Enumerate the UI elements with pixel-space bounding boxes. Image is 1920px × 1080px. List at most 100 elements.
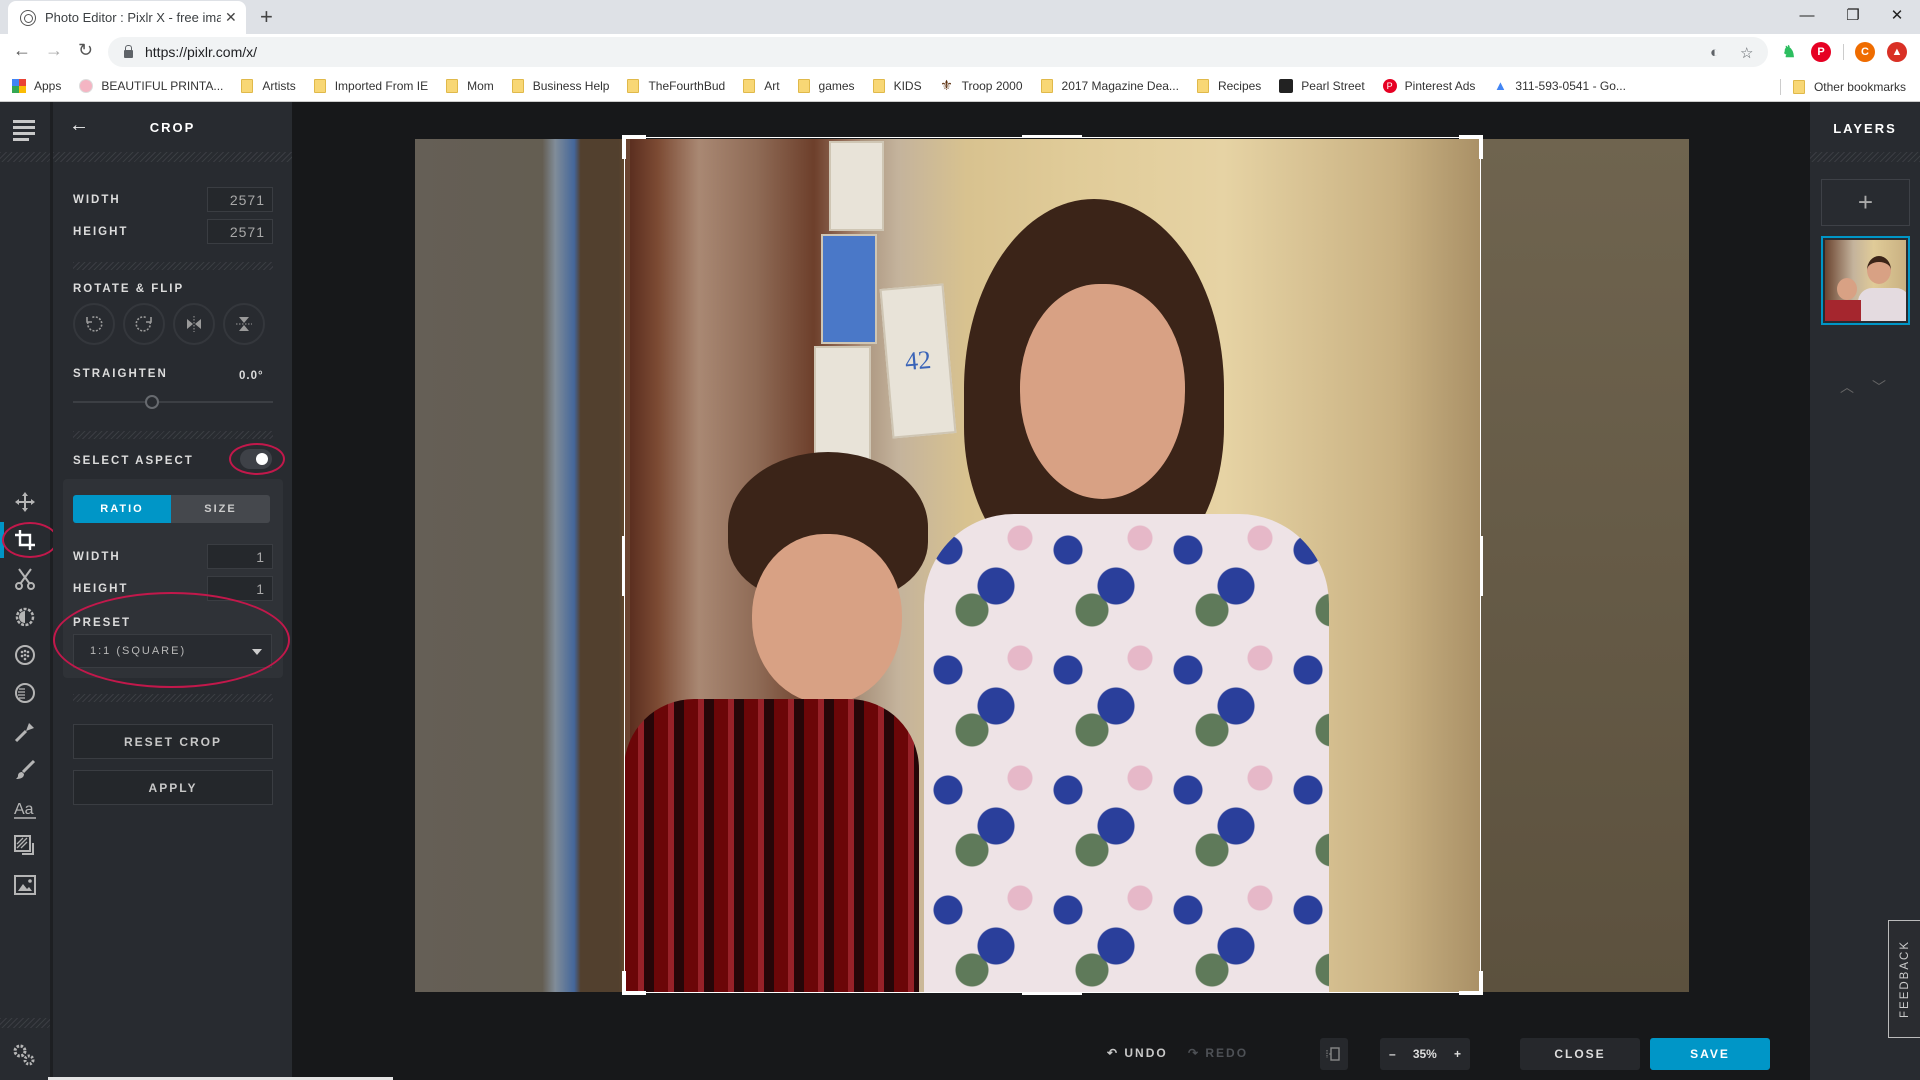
pixlr-editor: Aa ← CROP WIDTH HEIGHT ROTATE & FLIP: [0, 102, 1920, 1080]
tab-close-icon[interactable]: ✕: [225, 9, 237, 26]
close-button[interactable]: CLOSE: [1520, 1038, 1640, 1070]
bookmark-item[interactable]: games: [797, 78, 855, 93]
tool-elements[interactable]: [0, 828, 50, 864]
tool-draw[interactable]: [0, 752, 50, 788]
tool-adjust[interactable]: [0, 599, 50, 635]
new-tab-button[interactable]: +: [260, 4, 273, 30]
bookmark-item[interactable]: KIDS: [872, 78, 922, 93]
profile-avatar[interactable]: C: [1855, 42, 1875, 62]
bookmark-item[interactable]: Art: [743, 78, 780, 93]
lotus-icon: [79, 78, 94, 93]
height-label: HEIGHT: [73, 226, 129, 238]
bookmark-item[interactable]: ▲ 311-593-0541 - Go...: [1493, 78, 1626, 93]
layer-thumbnail[interactable]: [1821, 236, 1910, 325]
canvas-area[interactable]: 42 ↶ UNDO ↷ REDO – 35% + CLOSE SAVE: [292, 102, 1810, 1080]
tool-add-image[interactable]: [0, 867, 50, 903]
cookie-blocked-icon[interactable]: ◐: [1710, 44, 1719, 61]
hamburger-menu-icon[interactable]: [13, 120, 35, 144]
ratio-height-input[interactable]: [207, 576, 273, 601]
crop-handle-bottom[interactable]: [1022, 992, 1082, 995]
tool-arrange[interactable]: [0, 484, 50, 520]
save-button[interactable]: SAVE: [1650, 1038, 1770, 1070]
bookmark-item[interactable]: Recipes: [1196, 78, 1261, 93]
apply-button[interactable]: APPLY: [73, 770, 273, 805]
tool-effect[interactable]: [0, 675, 50, 711]
bookmark-item[interactable]: Mom: [446, 78, 494, 93]
rotate-right-button[interactable]: [123, 303, 165, 345]
zoom-out-button[interactable]: –: [1389, 1047, 1396, 1061]
folder-icon: [313, 78, 326, 93]
crop-handle-top-right[interactable]: [1479, 135, 1483, 159]
pinterest-icon[interactable]: P: [1811, 42, 1831, 62]
crop-width-input[interactable]: [207, 187, 273, 212]
flip-horizontal-button[interactable]: [173, 303, 215, 345]
minimize-button[interactable]: —: [1784, 0, 1830, 30]
section-divider: [73, 694, 273, 702]
add-layer-button[interactable]: +: [1821, 179, 1910, 226]
address-bar[interactable]: https://pixlr.com/x/: [108, 37, 1768, 67]
back-icon[interactable]: ←: [13, 40, 31, 61]
bookmark-star-icon[interactable]: ☆: [1740, 44, 1753, 62]
close-window-button[interactable]: ✕: [1874, 0, 1920, 30]
crop-handle-left[interactable]: [622, 536, 625, 596]
crop-handle-top[interactable]: [1022, 135, 1082, 138]
bookmark-item[interactable]: Pearl Street: [1279, 78, 1365, 93]
tool-retouch[interactable]: [0, 714, 50, 750]
forward-icon[interactable]: →: [45, 40, 63, 61]
update-icon[interactable]: ▲: [1887, 42, 1907, 62]
settings-button[interactable]: [11, 1042, 37, 1073]
flip-vertical-button[interactable]: [223, 303, 265, 345]
undo-button[interactable]: ↶ UNDO: [1107, 1046, 1168, 1060]
bookmark-item[interactable]: BEAUTIFUL PRINTA...: [79, 78, 223, 93]
browser-tab[interactable]: Photo Editor : Pixlr X - free image ✕: [8, 1, 246, 34]
preset-label: PRESET: [73, 617, 132, 629]
restore-button[interactable]: ❐: [1830, 0, 1876, 30]
straighten-slider-handle[interactable]: [145, 395, 159, 409]
crop-height-input[interactable]: [207, 219, 273, 244]
redo-button[interactable]: ↷ REDO: [1188, 1046, 1248, 1060]
browser-tab-strip: Photo Editor : Pixlr X - free image ✕ + …: [0, 0, 1920, 34]
evernote-icon[interactable]: ♞: [1779, 42, 1799, 62]
photo-boy-shirt: [624, 699, 919, 992]
reset-crop-button[interactable]: RESET CROP: [73, 724, 273, 759]
crop-handle-right[interactable]: [1480, 536, 1483, 596]
select-aspect-label: SELECT ASPECT: [73, 455, 194, 467]
layer-down-icon[interactable]: ﹀: [1872, 377, 1886, 397]
crop-handle-top-left[interactable]: [622, 135, 626, 159]
rotate-left-button[interactable]: [73, 303, 115, 345]
tool-filter[interactable]: [0, 637, 50, 673]
crop-handle-bottom-right[interactable]: [1479, 971, 1483, 995]
panel-divider: [53, 152, 292, 162]
tool-crop[interactable]: [0, 522, 50, 558]
feedback-tab[interactable]: FEEDBACK: [1888, 920, 1920, 1038]
tab-size[interactable]: SIZE: [171, 495, 270, 523]
bookmarks-divider: [1779, 79, 1781, 95]
bookmark-item[interactable]: TheFourthBud: [627, 78, 725, 93]
photo-boy-face: [752, 534, 902, 704]
filter-icon: [15, 645, 35, 665]
fit-view-icon: [1326, 1047, 1340, 1061]
tool-cutout[interactable]: [0, 561, 50, 597]
straighten-slider[interactable]: [73, 401, 273, 403]
bookmark-item[interactable]: P Pinterest Ads: [1382, 78, 1475, 93]
select-aspect-toggle[interactable]: [240, 449, 272, 469]
tool-text[interactable]: Aa: [0, 790, 50, 826]
preset-dropdown[interactable]: 1:1 (SQUARE): [73, 634, 272, 668]
bookmark-apps[interactable]: Apps: [12, 78, 61, 93]
bookmark-item[interactable]: ⚜ Troop 2000: [940, 77, 1022, 93]
zoom-in-button[interactable]: +: [1454, 1047, 1461, 1061]
fit-view-button[interactable]: [1320, 1038, 1348, 1070]
folder-icon: [1040, 78, 1053, 93]
bottom-toolbar: ↶ UNDO ↷ REDO – 35% + CLOSE SAVE: [292, 1030, 1810, 1080]
bookmark-item[interactable]: 2017 Magazine Dea...: [1040, 78, 1179, 93]
tab-ratio[interactable]: RATIO: [73, 495, 171, 523]
reload-icon[interactable]: ↻: [78, 40, 93, 61]
crop-handle-bottom-left[interactable]: [622, 971, 626, 995]
ratio-width-input[interactable]: [207, 544, 273, 569]
other-bookmarks[interactable]: Other bookmarks: [1779, 79, 1906, 95]
bookmark-item[interactable]: Business Help: [511, 78, 609, 93]
bookmark-item[interactable]: Imported From IE: [313, 78, 428, 93]
bookmark-item[interactable]: Artists: [241, 78, 296, 93]
layer-up-icon[interactable]: ︿: [1840, 377, 1854, 397]
rotate-left-icon: [86, 316, 103, 332]
